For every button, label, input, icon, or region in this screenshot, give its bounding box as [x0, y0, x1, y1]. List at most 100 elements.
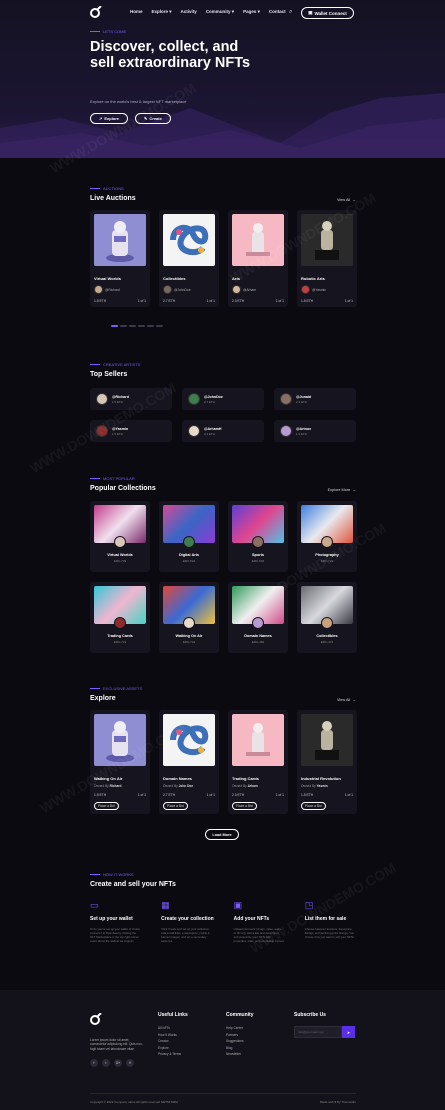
footer-link[interactable]: How It Works	[158, 1032, 188, 1039]
collection-card[interactable]: Collectibles ERC-472	[297, 582, 357, 653]
collection-card[interactable]: Trading Cards ERC-721	[90, 582, 150, 653]
seller-item[interactable]: @Junaid 2.3 ETH	[274, 388, 356, 410]
footer-link[interactable]: Creator	[158, 1038, 188, 1045]
seller-name: @JohnDoe	[204, 394, 223, 399]
creator-name: Arham	[247, 784, 258, 788]
footer-link[interactable]: Blog	[226, 1045, 254, 1052]
nav-item-explore[interactable]: Explore ▾	[152, 9, 172, 15]
seller-name: @Yasmin	[112, 426, 129, 431]
place-bid-button[interactable]: Place a Bid	[163, 802, 188, 810]
seller-name: @Richard	[112, 394, 129, 399]
place-bid-button[interactable]: Place a Bid	[232, 802, 257, 810]
footer-link[interactable]: Newsletter	[226, 1051, 254, 1058]
nav-item-contact[interactable]: Contact	[269, 9, 286, 15]
explore-card[interactable]: Trading Cards Owned By Arham 2.3 ETH 1 of…	[228, 710, 288, 814]
footer-link[interactable]: Partners	[226, 1032, 254, 1039]
collection-avatar	[114, 536, 126, 548]
auction-cards: Virtual Worlds @Richard 1.5 ETH 1 of 1 Co…	[90, 210, 357, 307]
twitter-icon[interactable]: t	[102, 1058, 110, 1067]
footer-link[interactable]: Suggestions	[226, 1038, 254, 1045]
grid-icon: ▦	[161, 900, 170, 910]
collection-card[interactable]: Virtual Worlds ERC-729	[90, 501, 150, 572]
nft-name: Industrial Revolution	[301, 776, 341, 781]
explore-card[interactable]: Industrial Revolution Owned By Yasmin 1.…	[297, 710, 357, 814]
explore-card[interactable]: Walking On Air Owned By Richard 1.5 ETH 1…	[90, 710, 150, 814]
collections-eyebrow: MOST POPULAR	[90, 476, 356, 481]
step-item: ◳ List them for sale Choose between auctio…	[305, 900, 356, 943]
subscribe-button[interactable]: ➤	[342, 1026, 355, 1038]
view-all-label: View All	[336, 198, 351, 202]
collection-card[interactable]: Domain Names ERC-482	[228, 582, 288, 653]
auctions-view-all-link[interactable]: View All →	[337, 198, 356, 202]
explore-button[interactable]: ↗ Explore	[90, 113, 129, 124]
carousel-pagination[interactable]	[111, 325, 211, 327]
google-plus-icon[interactable]: G+	[114, 1058, 122, 1067]
made-with-text[interactable]: Made with ♥ By ThemeHim	[320, 1100, 356, 1104]
seller-item[interactable]: @Yasmin 1.5 ETH	[90, 420, 172, 442]
collection-card[interactable]: Digital Arts ERC-522	[159, 501, 219, 572]
footer-link[interactable]: All NFTs	[158, 1025, 188, 1032]
collection-info: ERC-534	[251, 559, 265, 563]
tag-icon: ◳	[304, 900, 314, 910]
collection-info: ERC-482	[251, 640, 265, 644]
nft-name: Walking On Air	[94, 776, 123, 781]
logo-icon[interactable]	[90, 1012, 102, 1025]
wallet-icon: ▣	[308, 10, 313, 15]
nft-count: 1 of 1	[137, 299, 146, 303]
auction-card[interactable]: Virtual Worlds @Richard 1.5 ETH 1 of 1	[90, 210, 150, 307]
hero-section: Home Explore ▾ Activity Community ▾ Page…	[0, 0, 445, 158]
hero-subtitle: Explore on the world's best & largest NF…	[90, 99, 187, 104]
collection-card[interactable]: Walking On Air ERC-722	[159, 582, 219, 653]
wallet-connect-button[interactable]: ▣ Wallet Connect	[301, 7, 354, 19]
nft-count: 1 of 1	[344, 793, 353, 797]
load-more-button[interactable]: Load More	[205, 829, 239, 840]
auctions-eyebrow: AUCTIONS	[90, 186, 356, 191]
collection-name: Walking On Air	[175, 634, 203, 638]
place-bid-button[interactable]: Place a Bid	[301, 802, 326, 810]
facebook-icon[interactable]: f	[90, 1058, 98, 1067]
nft-count: 1 of 1	[275, 793, 284, 797]
nav-item-community[interactable]: Community ▾	[206, 9, 234, 15]
place-bid-button[interactable]: Place a Bid	[94, 802, 119, 810]
collection-grid: Virtual Worlds ERC-729 Digital Arts ERC-52…	[90, 501, 357, 653]
collections-title: Popular Collections	[90, 485, 156, 492]
seller-item[interactable]: @Richard 1.5 ETH	[90, 388, 172, 410]
nav-item-home[interactable]: Home	[130, 9, 143, 15]
collections-explore-more-link[interactable]: Explore More →	[328, 488, 356, 492]
nft-price: 1.5 ETH	[94, 299, 107, 303]
subscribe-email-input[interactable]: Info@yourmail.com	[294, 1026, 342, 1038]
collection-card[interactable]: Sports ERC-534	[228, 501, 288, 572]
footer-link[interactable]: Explore	[158, 1045, 188, 1052]
auction-card[interactable]: Robotic Arts @Yasmin 1.5 ETH 1 of 1	[297, 210, 357, 307]
collection-card[interactable]: Photography ERC-721	[297, 501, 357, 572]
search-icon[interactable]: ⌕	[289, 9, 292, 16]
nav-item-pages[interactable]: Pages ▾	[243, 9, 260, 15]
seller-item[interactable]: @JohnDoe 2.7 ETH	[182, 388, 264, 410]
subscribe-title: Subscribe Us	[294, 1012, 326, 1018]
explore-card[interactable]: Domain Names Owned By John Doe 2.7 ETH 1 …	[159, 710, 219, 814]
nft-owner: @Richard	[94, 285, 146, 294]
card-actions: Place a Bid	[301, 802, 353, 810]
seller-item[interactable]: @ArhamH 3.1 ETH	[182, 420, 264, 442]
seller-item[interactable]: @Artnox 1.9 ETH	[274, 420, 356, 442]
vine-icon[interactable]: V	[126, 1058, 134, 1067]
footer-link[interactable]: Privacy & Terms	[158, 1051, 188, 1058]
nav-item-activity[interactable]: Activity	[181, 9, 197, 15]
collection-name: Virtual Worlds	[107, 553, 133, 557]
explore-section: EXCLUSIVE ASSETS Explore View All → Walki…	[90, 686, 357, 814]
step-description: Choose between auctions, fixed-price lis…	[304, 927, 355, 939]
nft-count: 1 of 1	[137, 793, 146, 797]
auction-card[interactable]: Collectibles @JohnDoe 2.7 ETH 1 of 1	[159, 210, 219, 307]
create-button[interactable]: ✎ Create	[135, 113, 171, 124]
nft-owner: @JohnDoe	[163, 285, 215, 294]
footer-link[interactable]: Help Center	[226, 1025, 254, 1032]
social-links: f t G+ V	[90, 1058, 145, 1067]
auction-card[interactable]: Arts @Arham 2.3 ETH 1 of 1	[228, 210, 288, 307]
avatar	[163, 285, 172, 294]
collection-avatar	[183, 617, 195, 629]
logo-icon[interactable]	[90, 6, 102, 18]
wallet-icon: ▭	[90, 900, 99, 910]
nft-image	[232, 714, 284, 766]
collection-info: ERC-729	[113, 559, 127, 563]
explore-view-all-link[interactable]: View All →	[337, 698, 356, 702]
